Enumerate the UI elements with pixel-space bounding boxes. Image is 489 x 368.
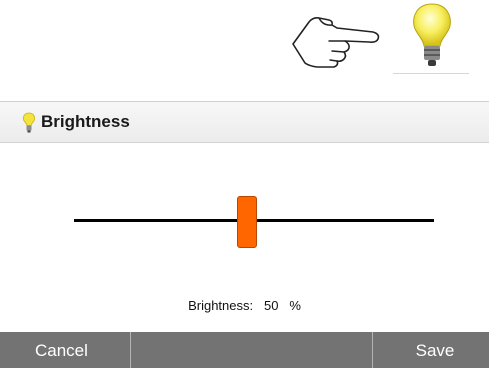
dialog-header: Brightness (0, 102, 489, 143)
button-bar: Cancel Save (0, 332, 489, 368)
empty-button-slot (131, 332, 373, 368)
brightness-unit: % (289, 298, 301, 313)
slider-thumb[interactable] (236, 196, 257, 248)
cancel-button[interactable]: Cancel (0, 332, 131, 368)
lightbulb-icon (23, 112, 35, 133)
pointing-hand-icon (292, 17, 380, 68)
brightness-label: Brightness: (188, 298, 254, 313)
brightness-readout: Brightness: 50 % (0, 298, 489, 313)
brightness-value: 50 (264, 298, 279, 313)
divider (393, 73, 469, 74)
dialog-title: Brightness (41, 112, 130, 131)
brightness-dialog: Brightness Brightness: 50 % Cancel Save (0, 101, 489, 368)
brightness-slider[interactable] (74, 185, 434, 255)
lightbulb-icon (413, 3, 451, 66)
save-button[interactable]: Save (373, 332, 489, 368)
